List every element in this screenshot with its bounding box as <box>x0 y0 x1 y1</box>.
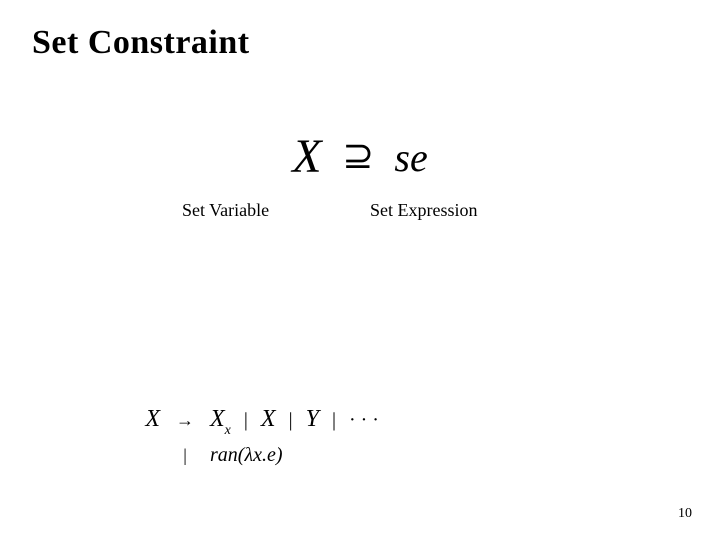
grammar-xx-sub: x <box>225 423 231 438</box>
grammar-line-2: | ran(λx.e) <box>120 439 379 471</box>
main-formula: X ⊇ se <box>0 130 720 181</box>
grammar-xx: X <box>210 406 225 432</box>
grammar-block: X → Xx | X | Y | · · · | ran(λx.e) <box>120 400 379 471</box>
formula-lhs: X <box>292 133 321 181</box>
grammar-rhs-2: ran(λx.e) <box>210 439 283 471</box>
formula-content: X ⊇ se <box>292 131 428 177</box>
superset-symbol: ⊇ <box>342 133 374 178</box>
label-set-variable: Set Variable <box>182 200 269 221</box>
grammar-bar-2: | <box>289 409 293 431</box>
grammar-line2-sep: | <box>160 441 210 470</box>
grammar-x: X <box>261 406 276 432</box>
grammar-arrow: → <box>160 406 210 435</box>
grammar-bar-1: | <box>244 409 248 431</box>
slide: Set Constraint X ⊇ se Set Variable Set E… <box>0 0 720 540</box>
grammar-y: Y <box>306 406 319 432</box>
grammar-dots: · · · <box>349 409 379 431</box>
grammar-bar-3: | <box>332 409 336 431</box>
page-number: 10 <box>678 506 692 522</box>
page-title: Set Constraint <box>32 24 688 62</box>
grammar-line-1: X → Xx | X | Y | · · · <box>120 400 379 439</box>
grammar-lhs-sym: X <box>145 406 160 432</box>
label-set-expression: Set Expression <box>370 200 478 221</box>
grammar-lhs: X <box>120 400 160 438</box>
grammar-rhs-1: Xx | X | Y | · · · <box>210 400 379 439</box>
formula-rhs: se <box>394 134 427 181</box>
